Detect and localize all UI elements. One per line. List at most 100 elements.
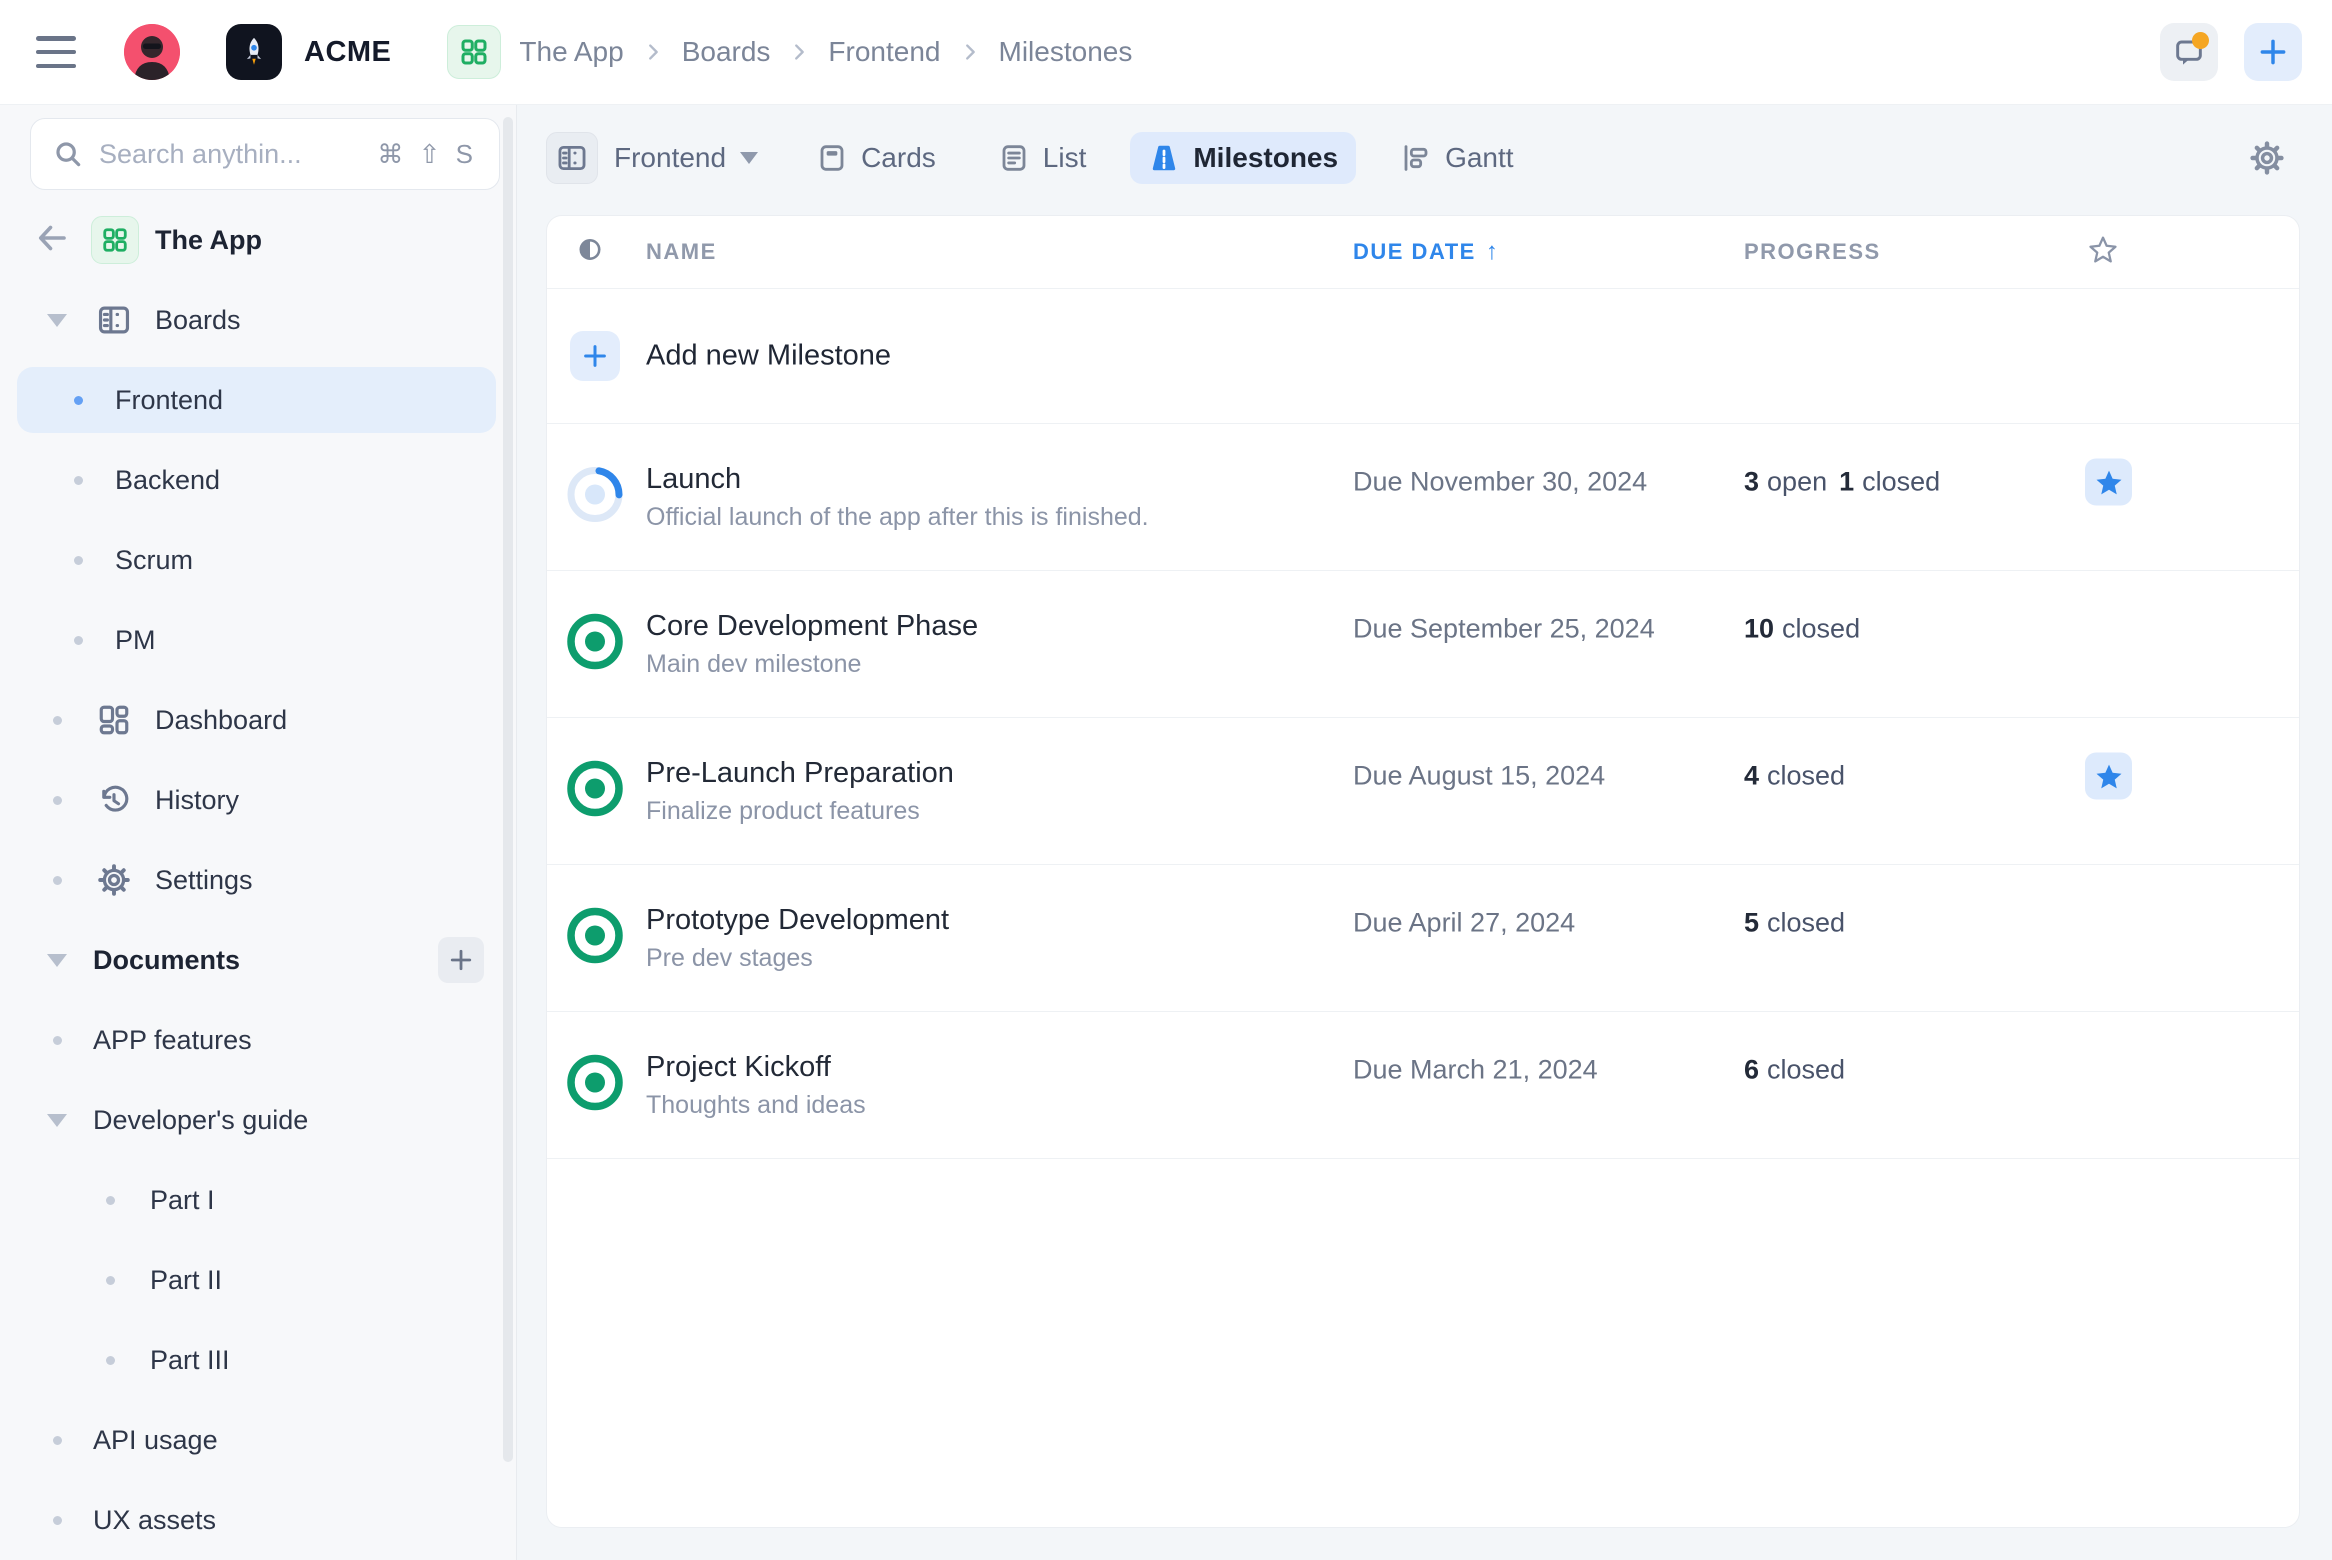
sidebar-item-settings[interactable]: Settings <box>0 840 516 920</box>
back-arrow-icon[interactable] <box>34 220 70 261</box>
table-row[interactable]: Project Kickoff Thoughts and ideas Due M… <box>547 1012 2299 1159</box>
collapse-triangle-icon[interactable] <box>47 954 67 967</box>
sidebar-item-label: Boards <box>155 305 241 336</box>
sidebar-scrollbar[interactable] <box>503 117 513 1462</box>
grid-icon <box>101 226 129 254</box>
hamburger-icon[interactable] <box>36 36 76 68</box>
view-settings-button[interactable] <box>2248 139 2286 182</box>
sidebar-item-history[interactable]: History <box>0 760 516 840</box>
star-button[interactable] <box>2085 753 2132 800</box>
milestone-subtitle: Thoughts and ideas <box>646 1090 866 1120</box>
bullet-icon <box>74 396 83 405</box>
tab-cards[interactable]: Cards <box>798 132 954 184</box>
sidebar-item-backend[interactable]: Backend <box>0 440 516 520</box>
sidebar-item-scrum[interactable]: Scrum <box>0 520 516 600</box>
view-toolbar: Frontend Cards List <box>546 130 1532 186</box>
selected-highlight <box>17 367 496 433</box>
search-input[interactable]: Search anythin... ⌘ ⇧ S <box>30 118 500 190</box>
avatar[interactable] <box>124 24 180 80</box>
plus-icon <box>580 341 610 371</box>
sidebar-item-boards[interactable]: Boards <box>0 280 516 360</box>
sidebar-item-app-features[interactable]: APP features <box>0 1000 516 1080</box>
breadcrumb-item[interactable]: Boards <box>682 36 771 68</box>
new-item-button[interactable] <box>2244 23 2302 81</box>
milestone-progress: 5closed <box>1744 908 1845 939</box>
sidebar-item-part-1[interactable]: Part I <box>0 1160 516 1240</box>
open-count: 3 <box>1744 467 1759 498</box>
milestone-progress: 4closed <box>1744 761 1845 792</box>
table-row[interactable]: Core Development Phase Main dev mileston… <box>547 571 2299 718</box>
sidebar-nav: The App Boards Frontend <box>0 200 516 1560</box>
plus-icon <box>2257 36 2289 68</box>
sidebar-item-label: APP features <box>93 1025 252 1056</box>
sidebar-item-dashboard[interactable]: Dashboard <box>0 680 516 760</box>
milestone-title: Prototype Development <box>646 903 949 937</box>
collapse-triangle-icon[interactable] <box>47 1114 67 1127</box>
column-header-progress[interactable]: PROGRESS <box>1744 239 1881 265</box>
tab-label: List <box>1043 142 1087 174</box>
gear-icon <box>2248 139 2286 177</box>
list-icon <box>998 142 1030 174</box>
closed-label: closed <box>1767 908 1845 939</box>
milestone-progress: 6closed <box>1744 1055 1845 1086</box>
table-row[interactable]: Prototype Development Pre dev stages Due… <box>547 865 2299 1012</box>
sidebar-item-label: Part I <box>150 1185 215 1216</box>
add-milestone-label: Add new Milestone <box>646 340 891 373</box>
table-row[interactable]: Pre-Launch Preparation Finalize product … <box>547 718 2299 865</box>
star-filled-icon <box>2094 761 2124 791</box>
add-document-button[interactable] <box>438 937 484 983</box>
breadcrumb: The App Boards Frontend Milestones <box>447 25 1142 79</box>
sidebar-item-label: The App <box>155 225 262 256</box>
milestones-icon <box>1148 142 1180 174</box>
tab-milestones[interactable]: Milestones <box>1130 132 1356 184</box>
closed-label: closed <box>1782 614 1860 645</box>
sidebar-item-part-3[interactable]: Part III <box>0 1320 516 1400</box>
breadcrumb-item[interactable]: The App <box>519 36 623 68</box>
sidebar-item-label: PM <box>115 625 156 656</box>
bullet-icon <box>53 1516 62 1525</box>
workspace-name[interactable]: ACME <box>304 36 391 69</box>
closed-label: closed <box>1767 1055 1845 1086</box>
notification-dot <box>2192 32 2209 49</box>
add-milestone-row[interactable]: Add new Milestone <box>547 289 2299 424</box>
sidebar-item-developers-guide[interactable]: Developer's guide <box>0 1080 516 1160</box>
sidebar-item-label: Settings <box>155 865 253 896</box>
closed-count: 1 <box>1839 467 1854 498</box>
board-switcher-button[interactable] <box>546 132 598 184</box>
breadcrumb-item[interactable]: Frontend <box>828 36 940 68</box>
sidebar-item-documents[interactable]: Documents <box>0 920 516 1000</box>
closed-count: 10 <box>1744 614 1774 645</box>
search-placeholder: Search anythin... <box>99 139 377 170</box>
milestone-text: Pre-Launch Preparation Finalize product … <box>646 718 954 864</box>
board-switcher-label[interactable]: Frontend <box>614 142 726 174</box>
milestone-progress: 10 closed <box>1744 614 1860 645</box>
sidebar-item-the-app[interactable]: The App <box>0 200 516 280</box>
breadcrumb-app-icon[interactable] <box>447 25 501 79</box>
column-header-due-date[interactable]: DUE DATE ↑ <box>1353 238 1499 266</box>
chevron-right-icon <box>788 41 810 63</box>
chevron-down-icon[interactable] <box>740 152 758 164</box>
chevron-right-icon <box>642 41 664 63</box>
tab-gantt[interactable]: Gantt <box>1382 132 1531 184</box>
column-header-name[interactable]: NAME <box>646 239 717 265</box>
sidebar-item-api-usage[interactable]: API usage <box>0 1400 516 1480</box>
milestone-subtitle: Main dev milestone <box>646 649 978 679</box>
collapse-triangle-icon[interactable] <box>47 314 67 327</box>
app-root: ACME The App Boards Fron <box>0 0 2332 1560</box>
tab-list[interactable]: List <box>980 132 1105 184</box>
sidebar-item-part-2[interactable]: Part II <box>0 1240 516 1320</box>
bullet-icon <box>53 796 62 805</box>
sidebar-item-pm[interactable]: PM <box>0 600 516 680</box>
add-milestone-button[interactable] <box>570 331 620 381</box>
workspace-logo[interactable] <box>226 24 282 80</box>
column-header-star[interactable] <box>2088 235 2118 270</box>
breadcrumb-item-current[interactable]: Milestones <box>999 36 1133 68</box>
chat-button[interactable] <box>2160 23 2218 81</box>
table-row[interactable]: Launch Official launch of the app after … <box>547 424 2299 571</box>
sidebar-item-label: Developer's guide <box>93 1105 308 1136</box>
milestone-done-icon <box>565 906 625 971</box>
milestone-due-date: Due September 25, 2024 <box>1353 614 1655 645</box>
sidebar-item-frontend[interactable]: Frontend <box>0 360 516 440</box>
star-button[interactable] <box>2085 459 2132 506</box>
sidebar-item-ux-assets[interactable]: UX assets <box>0 1480 516 1560</box>
